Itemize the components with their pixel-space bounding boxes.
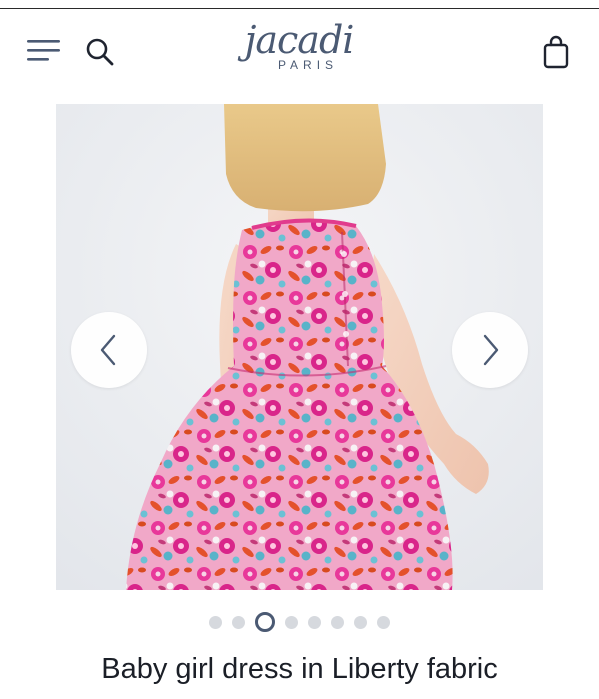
search-button[interactable] bbox=[84, 36, 116, 68]
pagination-dot[interactable] bbox=[377, 615, 390, 629]
hamburger-menu-icon bbox=[27, 40, 60, 61]
hamburger-menu-button[interactable] bbox=[26, 38, 62, 64]
search-icon bbox=[86, 38, 114, 66]
chevron-left-icon bbox=[100, 334, 116, 366]
brand-logo[interactable]: jacadi PARIS bbox=[226, 18, 372, 90]
gallery-pagination bbox=[0, 612, 599, 636]
pagination-dot[interactable] bbox=[308, 615, 321, 629]
pagination-dot-active[interactable] bbox=[255, 612, 275, 632]
shopping-bag-icon bbox=[543, 35, 569, 69]
pagination-dot[interactable] bbox=[232, 615, 245, 629]
pagination-dot[interactable] bbox=[285, 615, 298, 629]
gallery-next-button[interactable] bbox=[452, 312, 528, 388]
gallery-prev-button[interactable] bbox=[71, 312, 147, 388]
pagination-dot[interactable] bbox=[209, 615, 222, 629]
product-title: Baby girl dress in Liberty fabric bbox=[101, 653, 498, 685]
pagination-dot[interactable] bbox=[354, 615, 367, 629]
logo-wordmark: jacadi bbox=[244, 18, 355, 62]
shopping-bag-button[interactable] bbox=[541, 34, 571, 70]
chevron-right-icon bbox=[483, 334, 499, 366]
pagination-dot[interactable] bbox=[331, 615, 344, 629]
